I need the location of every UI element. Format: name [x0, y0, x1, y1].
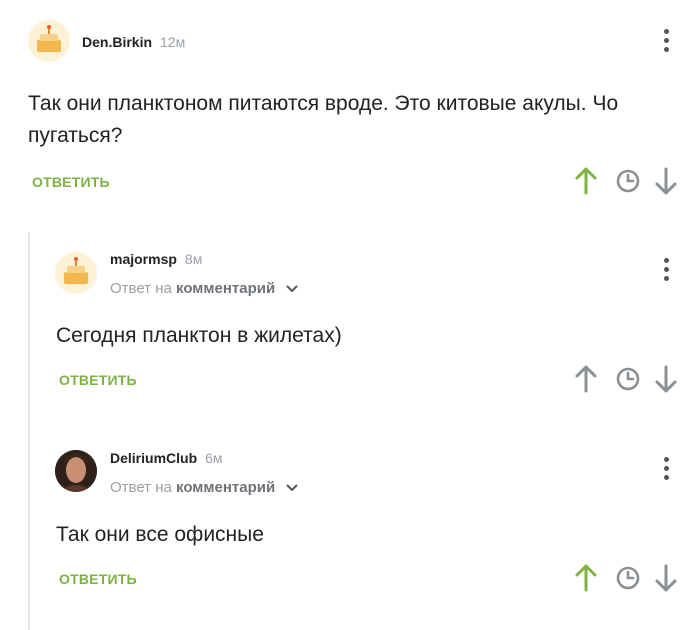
reply-prefix: Ответ на	[110, 479, 172, 496]
comment-time: 6м	[205, 450, 223, 466]
clock-icon[interactable]	[614, 166, 642, 196]
more-vertical-icon[interactable]	[662, 29, 670, 57]
vote-controls	[572, 563, 682, 593]
reply-to[interactable]: Ответ на комментарий	[110, 479, 299, 496]
comment-author[interactable]: DeliriumClub 6м	[110, 450, 223, 466]
reply-target-link[interactable]: комментарий	[176, 479, 275, 496]
comment-author[interactable]: majormsp 8м	[110, 251, 202, 267]
chevron-down-icon[interactable]	[285, 284, 299, 294]
reply-button[interactable]: ОТВЕТИТЬ	[32, 174, 110, 190]
reply-button[interactable]: ОТВЕТИТЬ	[59, 372, 137, 388]
vote-controls	[572, 166, 682, 196]
clock-icon[interactable]	[614, 563, 642, 593]
avatar[interactable]	[55, 450, 97, 492]
comment-time: 8м	[184, 251, 203, 267]
arrow-up-icon[interactable]	[572, 166, 600, 196]
avatar[interactable]	[28, 20, 70, 62]
comment-text-line: Так они планктоном питаются вроде. Это к…	[28, 92, 619, 115]
arrow-up-icon[interactable]	[572, 364, 600, 394]
cake-avatar-icon	[55, 252, 97, 294]
reply-target-link[interactable]: комментарий	[176, 280, 275, 297]
comment-text: Так они все офисные	[56, 523, 264, 546]
more-vertical-icon[interactable]	[662, 457, 670, 485]
author-name[interactable]: Den.Birkin	[82, 34, 152, 50]
comment-text: Так они планктоном питаются вроде. Это к…	[28, 88, 618, 152]
comment-text-line: пугаться?	[28, 124, 123, 147]
arrow-down-icon[interactable]	[652, 563, 680, 593]
author-name[interactable]: majormsp	[110, 251, 177, 267]
author-name[interactable]: DeliriumClub	[110, 450, 197, 466]
avatar[interactable]	[55, 252, 97, 294]
chevron-down-icon[interactable]	[285, 483, 299, 493]
user-photo-icon	[55, 450, 97, 492]
arrow-down-icon[interactable]	[652, 364, 680, 394]
comment-text: Сегодня планктон в жилетах)	[56, 324, 342, 347]
more-vertical-icon[interactable]	[662, 258, 670, 286]
reply-button[interactable]: ОТВЕТИТЬ	[59, 571, 137, 587]
thread-line	[28, 232, 30, 630]
reply-prefix: Ответ на	[110, 280, 172, 297]
cake-avatar-icon	[28, 20, 70, 62]
arrow-down-icon[interactable]	[652, 166, 680, 196]
arrow-up-icon[interactable]	[572, 563, 600, 593]
clock-icon[interactable]	[614, 364, 642, 394]
vote-controls	[572, 364, 682, 394]
reply-to[interactable]: Ответ на комментарий	[110, 280, 299, 297]
comment-author[interactable]: Den.Birkin 12м	[82, 34, 185, 50]
comment-time: 12м	[160, 34, 186, 50]
